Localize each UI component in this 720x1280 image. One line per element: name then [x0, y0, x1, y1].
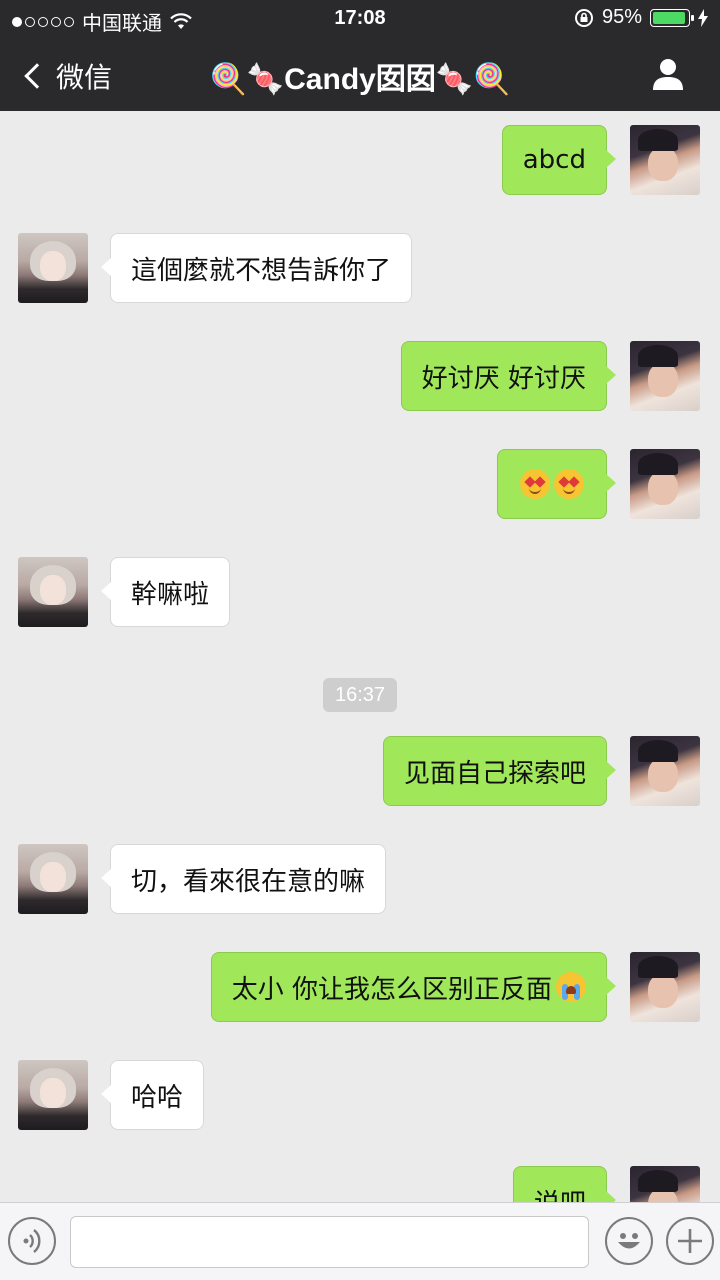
avatar[interactable] [630, 341, 700, 411]
avatar[interactable] [630, 736, 700, 806]
emoji-icon [618, 1233, 640, 1249]
heart-eyes-emoji-icon [520, 469, 550, 499]
avatar[interactable] [18, 557, 88, 627]
profile-icon[interactable] [650, 56, 686, 92]
message-bubble[interactable]: 幹嘛啦 [100, 557, 231, 627]
voice-button[interactable] [8, 1217, 56, 1265]
charging-icon [698, 8, 708, 27]
message-bubble[interactable]: 哈哈 [100, 1060, 205, 1130]
plus-button[interactable] [666, 1217, 714, 1265]
plus-icon [678, 1229, 702, 1253]
message-text: 哈哈 [131, 1082, 184, 1113]
chat-title: 🍭🍬Candy囡囡🍬🍭 [209, 63, 511, 96]
message-input[interactable] [70, 1216, 589, 1268]
nav-bar: 微信 🍭🍬Candy囡囡🍬🍭 [0, 38, 720, 111]
avatar[interactable] [630, 1166, 700, 1202]
input-bar [0, 1202, 720, 1280]
heart-eyes-emoji-icon [554, 469, 584, 499]
chat-area[interactable]: abcd 這個麼就不想告訴你了 好讨厌 好讨厌 幹嘛啦 16:37 见面自己探索… [0, 111, 720, 1202]
message-text: 见面自己探索吧 [403, 758, 586, 789]
message-text: 幹嘛啦 [131, 579, 210, 610]
message-bubble[interactable]: 切，看來很在意的嘛 [100, 844, 387, 914]
battery-percent: 95% [601, 6, 642, 28]
message-bubble[interactable]: 好讨厌 好讨厌 [400, 341, 617, 411]
avatar[interactable] [630, 449, 700, 519]
message-bubble[interactable]: 太小 你让我怎么区别正反面 [210, 952, 617, 1022]
avatar[interactable] [18, 1060, 88, 1130]
message-bubble[interactable]: 這個麼就不想告訴你了 [100, 233, 413, 303]
message-text: 切，看來很在意的嘛 [131, 866, 366, 897]
voice-icon [23, 1229, 41, 1253]
avatar[interactable] [630, 125, 700, 195]
message-text: 好讨厌 好讨厌 [421, 363, 586, 394]
message-bubble[interactable] [497, 449, 616, 519]
avatar[interactable] [18, 844, 88, 914]
avatar[interactable] [18, 233, 88, 303]
message-text: 太小 你让我怎么区别正反面 [231, 974, 552, 1005]
message-text: 這個麼就不想告訴你了 [131, 255, 392, 286]
crying-emoji-icon [556, 972, 586, 1002]
emoji-button[interactable] [605, 1217, 653, 1265]
message-bubble[interactable]: 说吧 [512, 1166, 617, 1203]
timestamp: 16:37 [323, 678, 397, 712]
status-bar: 中国联通 17:08 95% [0, 0, 720, 38]
avatar[interactable] [630, 952, 700, 1022]
message-text: abcd [522, 145, 586, 175]
battery-icon [650, 8, 694, 27]
orientation-lock-icon [574, 8, 593, 27]
message-bubble[interactable]: abcd [501, 125, 617, 195]
message-bubble[interactable]: 见面自己探索吧 [382, 736, 617, 806]
message-text: 说吧 [534, 1183, 586, 1203]
top-bar: 中国联通 17:08 95% 微信 🍭🍬Candy囡囡🍬🍭 [0, 0, 720, 111]
